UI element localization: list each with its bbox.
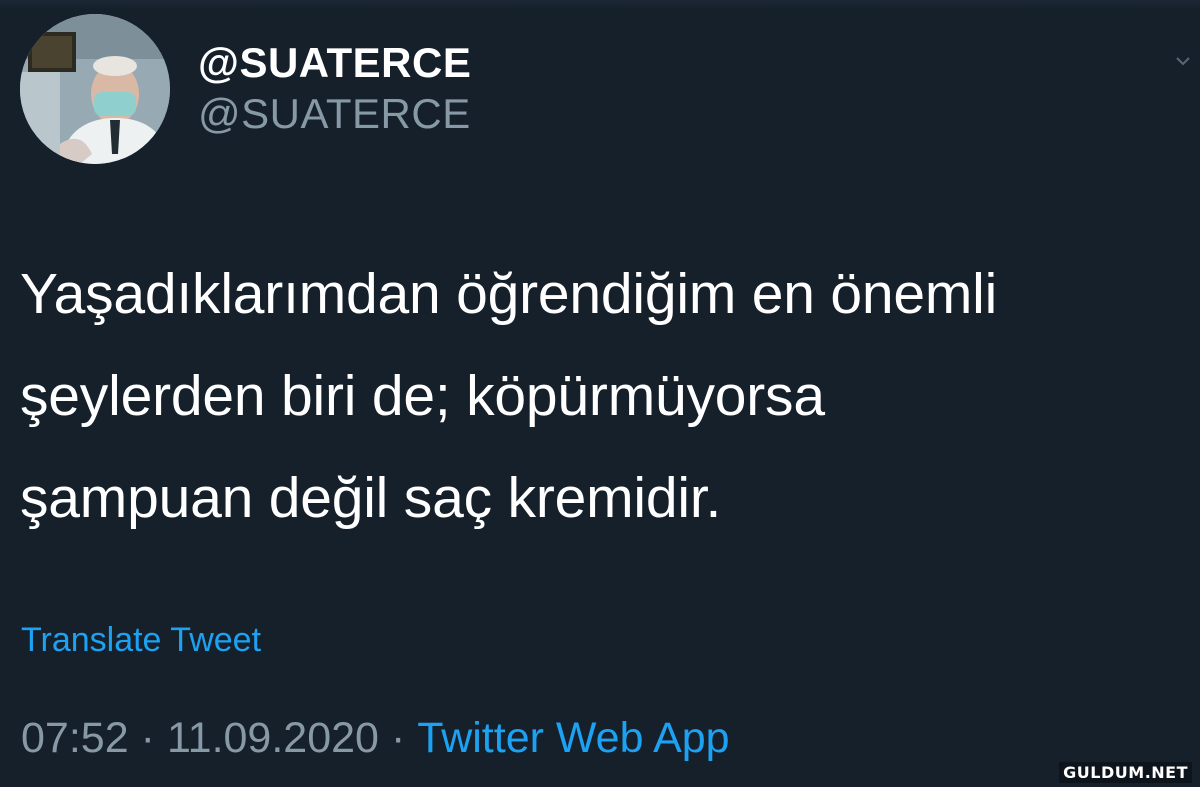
tweet-card: @SUATERCE @SUATERCE Yaşadıklarımdan öğre… — [0, 0, 1200, 787]
user-handle[interactable]: @SUATERCE — [198, 88, 471, 140]
translate-tweet-link[interactable]: Translate Tweet — [21, 619, 261, 661]
separator: · — [390, 714, 406, 762]
top-divider — [0, 0, 1200, 10]
tweet-text-line: şeylerden biri de; köpürmüyorsa — [20, 364, 825, 428]
tweet-text: Yaşadıklarımdan öğrendiğim en önemli şey… — [20, 243, 1190, 549]
chevron-down-icon[interactable] — [1174, 52, 1192, 70]
tweet-text-line: Yaşadıklarımdan öğrendiğim en önemli — [20, 262, 998, 326]
watermark: GULDUM.NET — [1059, 762, 1192, 783]
tweet-text-line: şampuan değil saç kremidir. — [20, 466, 722, 530]
tweet-metadata: 07:52 · 11.09.2020 · Twitter Web App — [21, 712, 730, 764]
avatar[interactable] — [20, 14, 170, 164]
tweet-date[interactable]: 11.09.2020 — [167, 714, 379, 762]
avatar-photo — [20, 14, 170, 164]
tweet-source-link[interactable]: Twitter Web App — [417, 714, 729, 762]
separator: · — [140, 714, 155, 762]
display-name[interactable]: @SUATERCE — [198, 38, 471, 88]
tweet-time[interactable]: 07:52 — [21, 714, 129, 762]
user-info[interactable]: @SUATERCE @SUATERCE — [198, 38, 471, 140]
